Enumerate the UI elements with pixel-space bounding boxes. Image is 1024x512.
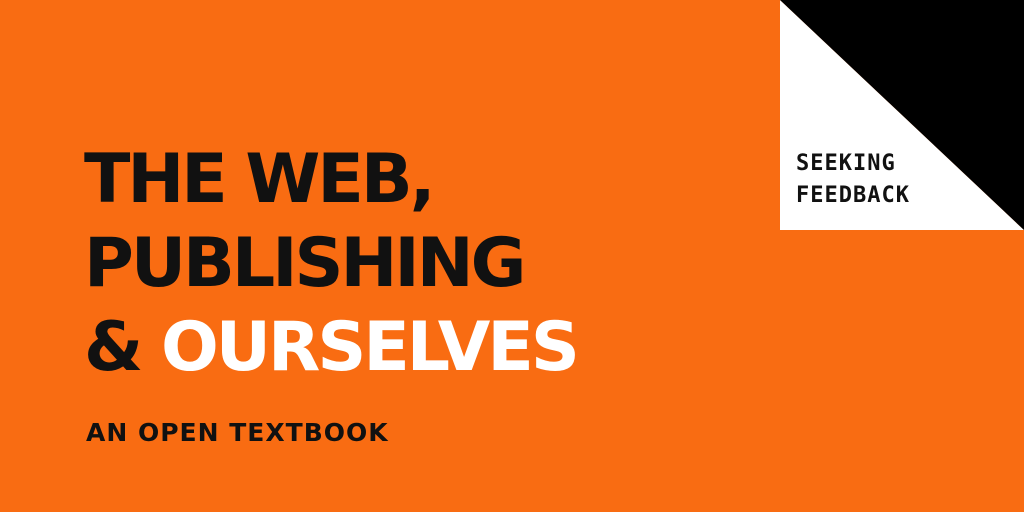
seeking-feedback-badge: SEEKING FEEDBACK — [796, 148, 910, 212]
title-line-publishing: PUBLISHING — [84, 224, 526, 303]
banner-subtitle: AN OPEN TEXTBOOK — [86, 418, 389, 447]
textbook-banner: { "background_color": "#f96c12", "title"… — [0, 0, 1024, 512]
title-ampersand: & — [84, 308, 143, 387]
title-highlight-ourselves: OURSELVES — [161, 308, 580, 387]
title-line-ourselves: & OURSELVES — [84, 306, 580, 390]
banner-title: THE WEB, PUBLISHING & OURSELVES — [84, 138, 580, 390]
badge-line-feedback: FEEDBACK — [796, 183, 910, 208]
badge-line-seeking: SEEKING — [796, 151, 896, 176]
title-line-web: THE WEB, — [84, 140, 436, 219]
